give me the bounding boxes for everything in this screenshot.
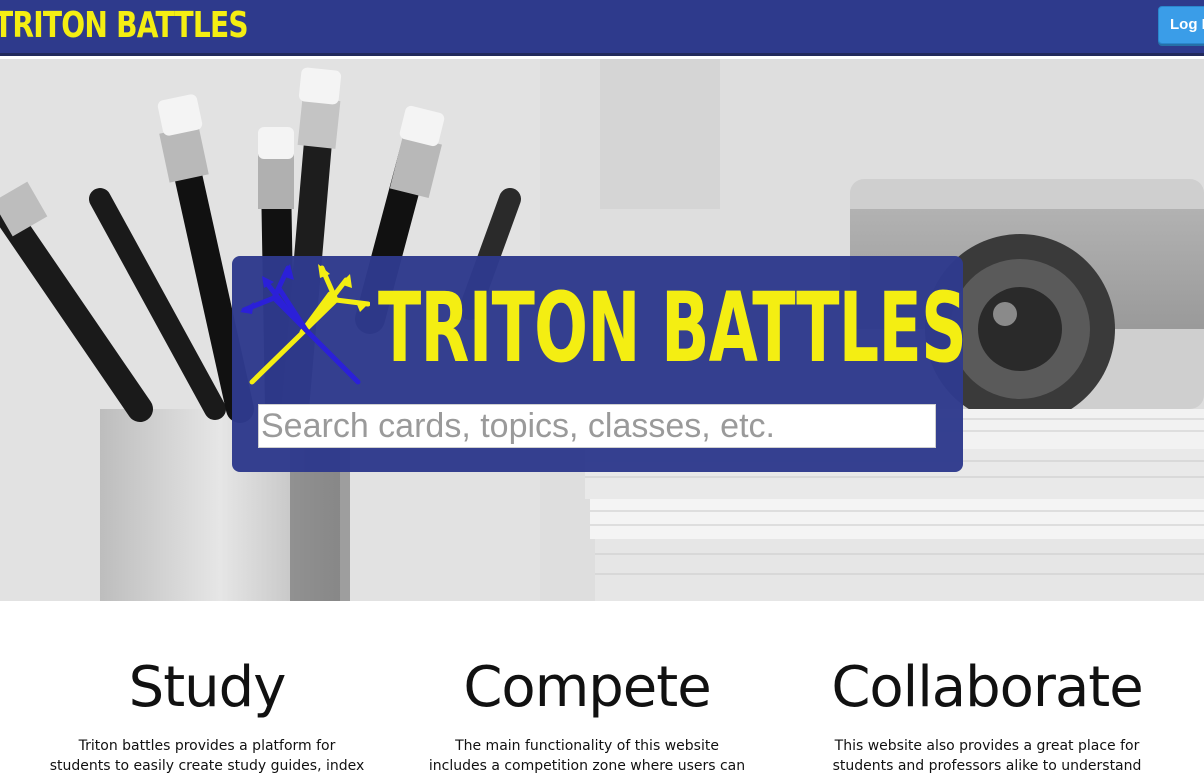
feature-collaborate: Collaborate This website also provides a…: [797, 640, 1177, 773]
trident-icon: [240, 264, 370, 385]
search-input[interactable]: [258, 404, 936, 448]
feature-description: Triton battles provides a platform for s…: [49, 738, 365, 773]
login-button[interactable]: Log In: [1158, 6, 1204, 44]
feature-title: Collaborate: [831, 655, 1143, 720]
feature-title: Compete: [463, 655, 711, 720]
feature-title: Study: [128, 655, 287, 720]
feature-compete: Compete The main functionality of this w…: [397, 640, 777, 773]
hero-search-panel: TRITON BATTLES: [232, 256, 967, 472]
feature-description: This website also provides a great place…: [832, 738, 1142, 773]
hero-section: TRITON BATTLES: [0, 59, 1204, 601]
hero-title: TRITON BATTLES: [378, 272, 967, 384]
navbar-brand-logo[interactable]: TRITON BATTLES: [0, 4, 249, 48]
feature-description: The main functionality of this website i…: [428, 738, 746, 773]
feature-study: Study Triton battles provides a platform…: [17, 640, 397, 773]
top-navbar: TRITON BATTLES Log In: [0, 0, 1204, 56]
